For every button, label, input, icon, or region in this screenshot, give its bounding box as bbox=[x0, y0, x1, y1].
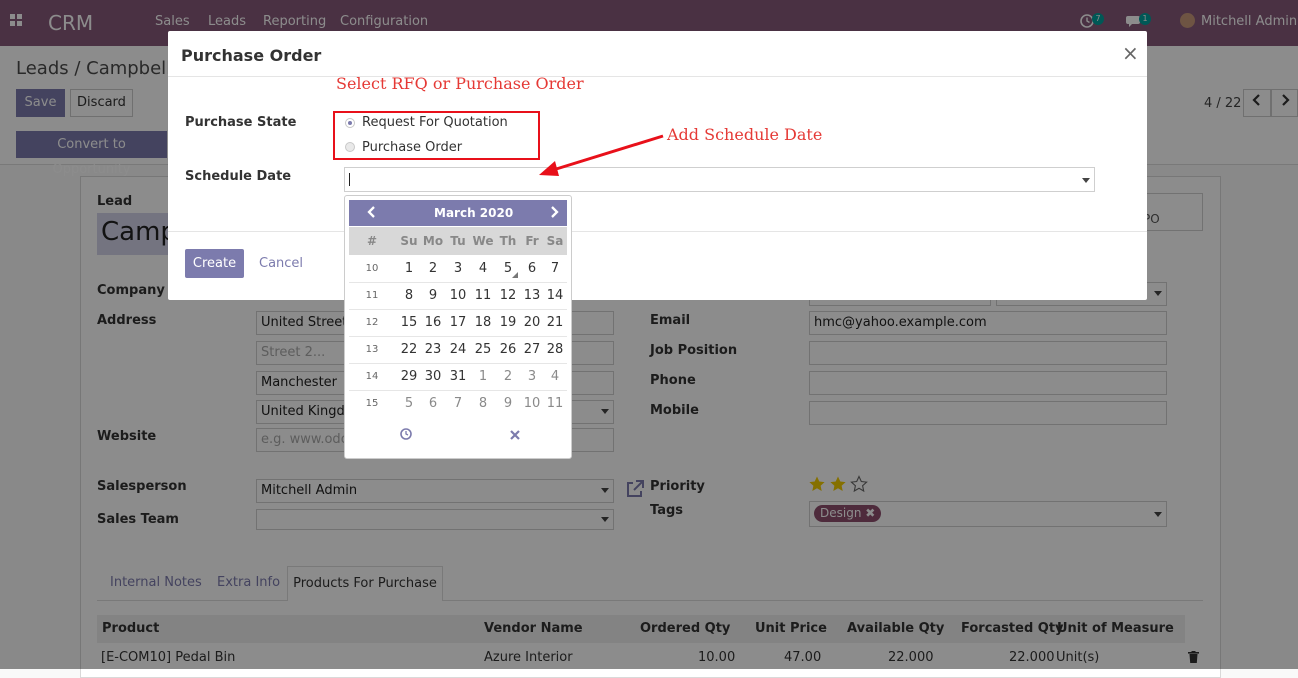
day-cell[interactable]: 22 bbox=[397, 337, 421, 363]
day-cell[interactable]: 20 bbox=[520, 310, 544, 336]
radio-rfq-label[interactable]: Request For Quotation bbox=[362, 115, 508, 130]
day-cell[interactable]: 6 bbox=[520, 256, 544, 282]
chevron-down-icon bbox=[1082, 178, 1090, 183]
day-cell[interactable]: 30 bbox=[421, 364, 445, 390]
week-number: 12 bbox=[365, 317, 379, 328]
day-cell[interactable]: 28 bbox=[543, 337, 567, 363]
clock-icon[interactable] bbox=[400, 428, 412, 444]
day-cell[interactable]: 11 bbox=[543, 391, 567, 417]
schedule-date-label: Schedule Date bbox=[185, 169, 292, 184]
day-cell[interactable]: 14 bbox=[543, 283, 567, 309]
text-cursor bbox=[349, 173, 350, 186]
today-marker-icon bbox=[512, 272, 518, 278]
day-cell-today[interactable]: 5 bbox=[496, 256, 520, 282]
day-cell[interactable]: 23 bbox=[421, 337, 445, 363]
day-cell[interactable]: 3 bbox=[446, 256, 470, 282]
day-cell[interactable]: 8 bbox=[471, 391, 495, 417]
prev-month-chevron-left-icon[interactable] bbox=[367, 206, 377, 222]
week-number: 10 bbox=[365, 263, 379, 274]
day-cell[interactable]: 10 bbox=[520, 391, 544, 417]
day-cell[interactable]: 1 bbox=[397, 256, 421, 282]
dialog-title: Purchase Order bbox=[181, 46, 322, 65]
close-icon[interactable]: × bbox=[1122, 41, 1139, 65]
day-cell[interactable]: 11 bbox=[471, 283, 495, 309]
radio-purchase-order[interactable] bbox=[345, 142, 355, 152]
annotation-select-rfq: Select RFQ or Purchase Order bbox=[336, 74, 584, 93]
weekday-header: Su bbox=[400, 234, 418, 248]
datepicker-month-title[interactable]: March 2020 bbox=[434, 206, 513, 220]
purchase-state-label: Purchase State bbox=[185, 115, 297, 130]
day-cell[interactable]: 29 bbox=[397, 364, 421, 390]
week-number: 14 bbox=[365, 371, 379, 382]
dialog-footer-divider bbox=[168, 231, 1147, 232]
week-number: 15 bbox=[365, 398, 379, 409]
day-cell[interactable]: 31 bbox=[446, 364, 470, 390]
weekday-header: Sa bbox=[546, 234, 564, 248]
day-cell[interactable]: 21 bbox=[543, 310, 567, 336]
annotation-arrow-icon bbox=[539, 134, 664, 176]
datepicker-popup: March 2020 # Su Mo Tu We Th Fr Sa 10 1 2 3 4 5 6 7 11 8 9 1… bbox=[344, 195, 572, 459]
day-cell[interactable]: 12 bbox=[496, 283, 520, 309]
day-cell[interactable]: 7 bbox=[446, 391, 470, 417]
weekday-header: Fr bbox=[525, 234, 539, 248]
create-button[interactable]: Create bbox=[185, 249, 244, 278]
day-cell[interactable]: 2 bbox=[496, 364, 520, 390]
annotation-add-schedule-date: Add Schedule Date bbox=[667, 125, 823, 144]
week-number: 11 bbox=[365, 290, 379, 301]
day-cell[interactable]: 15 bbox=[397, 310, 421, 336]
day-cell[interactable]: 4 bbox=[543, 364, 567, 390]
day-cell[interactable]: 25 bbox=[471, 337, 495, 363]
next-month-chevron-right-icon[interactable] bbox=[549, 206, 559, 222]
weekday-header: Tu bbox=[450, 234, 466, 248]
day-cell[interactable]: 27 bbox=[520, 337, 544, 363]
day-cell[interactable]: 9 bbox=[496, 391, 520, 417]
day-cell[interactable]: 19 bbox=[496, 310, 520, 336]
day-cell[interactable]: 17 bbox=[446, 310, 470, 336]
radio-rfq[interactable] bbox=[345, 118, 355, 128]
dialog-header-divider bbox=[168, 76, 1147, 77]
day-cell[interactable]: 7 bbox=[543, 256, 567, 282]
radio-purchase-order-label[interactable]: Purchase Order bbox=[362, 140, 462, 155]
day-cell[interactable]: 6 bbox=[421, 391, 445, 417]
day-cell[interactable]: 26 bbox=[496, 337, 520, 363]
weekday-header: We bbox=[472, 234, 494, 248]
schedule-date-input[interactable] bbox=[344, 167, 1095, 192]
day-cell[interactable]: 24 bbox=[446, 337, 470, 363]
day-cell[interactable]: 16 bbox=[421, 310, 445, 336]
weekday-header: Mo bbox=[422, 234, 444, 248]
week-number-header: # bbox=[366, 234, 378, 248]
day-cell[interactable]: 5 bbox=[397, 391, 421, 417]
week-number: 13 bbox=[365, 344, 379, 355]
day-cell[interactable]: 13 bbox=[520, 283, 544, 309]
day-cell[interactable]: 10 bbox=[446, 283, 470, 309]
day-cell[interactable]: 2 bbox=[421, 256, 445, 282]
cancel-link[interactable]: Cancel bbox=[259, 256, 303, 271]
weekday-header: Th bbox=[499, 234, 517, 248]
day-cell[interactable]: 1 bbox=[471, 364, 495, 390]
day-cell[interactable]: 9 bbox=[421, 283, 445, 309]
day-cell[interactable]: 8 bbox=[397, 283, 421, 309]
clear-close-icon[interactable] bbox=[510, 429, 520, 444]
day-cell[interactable]: 4 bbox=[471, 256, 495, 282]
day-cell[interactable]: 18 bbox=[471, 310, 495, 336]
day-cell[interactable]: 3 bbox=[520, 364, 544, 390]
